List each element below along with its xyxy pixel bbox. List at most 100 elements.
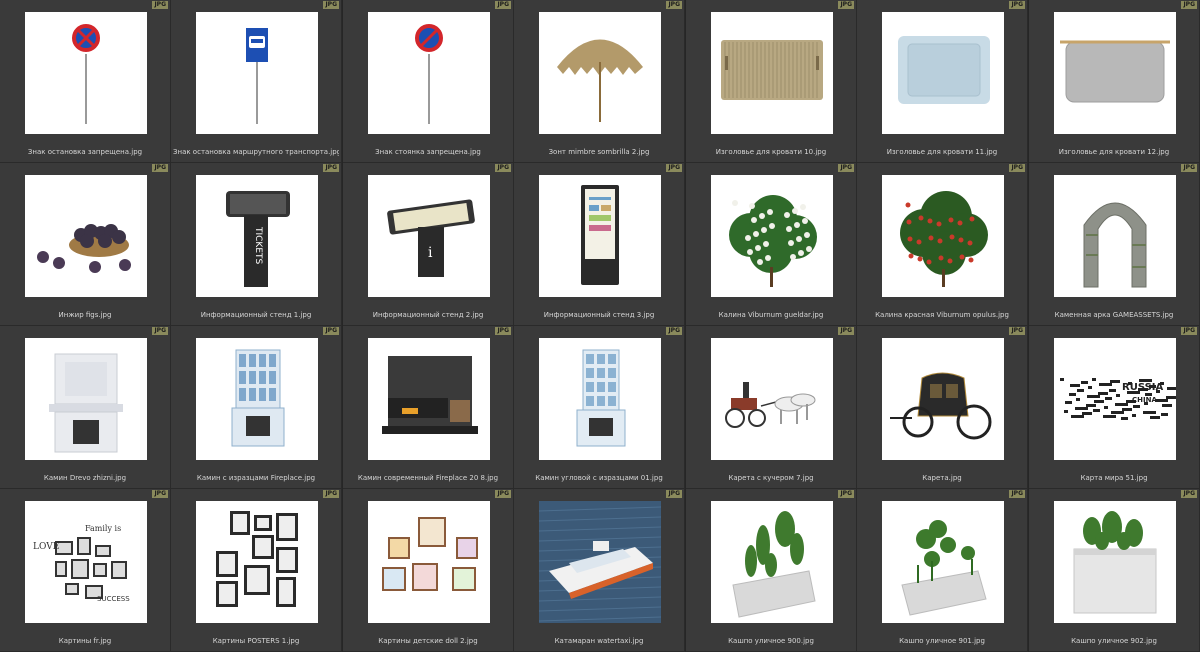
planter-902-icon	[1054, 501, 1176, 623]
svg-text:TICKETS: TICKETS	[253, 226, 263, 265]
file-type-badge: JPG	[323, 327, 339, 335]
file-thumbnail[interactable]: JPG Информационный стенд 3.jpg	[514, 163, 685, 326]
file-type-badge: JPG	[1009, 327, 1025, 335]
headboard-beige-icon	[711, 12, 833, 134]
file-thumbnail[interactable]: RUSSIA CHINA JPG Карта мира 51.jpg	[1029, 326, 1200, 489]
no-stopping-sign-icon	[25, 12, 147, 134]
file-name-label: Кашпо уличное 902.jpg	[1071, 637, 1157, 645]
file-type-badge: JPG	[666, 490, 682, 498]
file-name-label: Инжир figs.jpg	[58, 311, 112, 319]
straw-umbrella-icon	[539, 12, 661, 134]
file-type-badge: JPG	[1181, 327, 1197, 335]
file-type-badge: JPG	[152, 490, 168, 498]
file-thumbnail[interactable]: JPG Карета с кучером 7.jpg	[686, 326, 857, 489]
file-name-label: Картины POSTERS 1.jpg	[212, 637, 300, 645]
file-thumbnail[interactable]: JPG Каменная арка GAMEASSETS.jpg	[1029, 163, 1200, 326]
horse-carriage-icon	[711, 338, 833, 460]
file-type-badge: JPG	[1181, 1, 1197, 9]
file-type-badge: JPG	[323, 1, 339, 9]
file-name-label: Камин угловой с изразцами 01.jpg	[535, 474, 663, 482]
file-thumbnail[interactable]: JPG Знак остановка маршрутного транспорта…	[171, 0, 342, 163]
figs-bowl-icon	[25, 175, 147, 297]
catamaran-icon	[539, 501, 661, 623]
file-name-label: Информационный стенд 1.jpg	[200, 311, 312, 319]
file-thumbnail[interactable]: JPG Калина Viburnum gueldar.jpg	[686, 163, 857, 326]
file-name-label: Камин Drevo zhizni.jpg	[43, 474, 127, 482]
svg-text:RUSSIA: RUSSIA	[1122, 382, 1163, 393]
white-fireplace-icon	[25, 338, 147, 460]
file-thumbnail[interactable]: JPG Кашпо уличное 900.jpg	[686, 489, 857, 652]
bus-stop-sign-icon	[196, 12, 318, 134]
tiled-stove-icon	[196, 338, 318, 460]
file-thumbnail[interactable]: JPG Кашпо уличное 901.jpg	[857, 489, 1028, 652]
file-thumbnail[interactable]: JPG Знак стоянка запрещена.jpg	[343, 0, 514, 163]
file-thumbnail[interactable]: TICKETS JPG Информационный стенд 1.jpg	[171, 163, 342, 326]
file-name-label: Камин с изразцами Fireplace.jpg	[196, 474, 316, 482]
file-name-label: Изголовье для кровати 11.jpg	[886, 148, 998, 156]
file-type-badge: JPG	[1009, 490, 1025, 498]
file-thumbnail[interactable]: JPG Камин современный Fireplace 20 8.jpg	[343, 326, 514, 489]
file-thumbnail[interactable]: LOVE Family is SUCCESS JPG Картины fr.jpg	[0, 489, 171, 652]
file-name-label: Карта мира 51.jpg	[1080, 474, 1148, 482]
file-type-badge: JPG	[1009, 164, 1025, 172]
file-thumbnail[interactable]: JPG Карета.jpg	[857, 326, 1028, 489]
headboard-grey-icon	[1054, 12, 1176, 134]
file-type-badge: JPG	[666, 164, 682, 172]
file-thumbnail[interactable]: JPG Кашпо уличное 902.jpg	[1029, 489, 1200, 652]
file-thumbnail[interactable]: JPG Камин с изразцами Fireplace.jpg	[171, 326, 342, 489]
file-type-badge: JPG	[495, 164, 511, 172]
modern-fireplace-icon	[368, 338, 490, 460]
file-name-label: Катамаран watertaxi.jpg	[554, 637, 644, 645]
file-name-label: Зонт mimbre sombrilla 2.jpg	[548, 148, 650, 156]
file-thumbnail[interactable]: JPG Изголовье для кровати 12.jpg	[1029, 0, 1200, 163]
word-world-map-icon: RUSSIA CHINA	[1054, 338, 1176, 460]
file-name-label: Калина красная Viburnum opulus.jpg	[875, 311, 1009, 319]
planter-901-icon	[882, 501, 1004, 623]
svg-text:i: i	[428, 245, 433, 261]
file-type-badge: JPG	[323, 490, 339, 498]
file-thumbnail[interactable]: i JPG Информационный стенд 2.jpg	[343, 163, 514, 326]
red-berry-bush-icon	[882, 175, 1004, 297]
file-name-label: Каменная арка GAMEASSETS.jpg	[1054, 311, 1174, 319]
svg-text:SUCCESS: SUCCESS	[97, 595, 130, 603]
file-type-badge: JPG	[1181, 164, 1197, 172]
file-type-badge: JPG	[1009, 1, 1025, 9]
file-thumbnail[interactable]: JPG Картины детские doll 2.jpg	[343, 489, 514, 652]
file-type-badge: JPG	[666, 1, 682, 9]
file-thumbnail[interactable]: JPG Изголовье для кровати 10.jpg	[686, 0, 857, 163]
file-thumbnail[interactable]: JPG Картины POSTERS 1.jpg	[171, 489, 342, 652]
file-name-label: Картины детские doll 2.jpg	[378, 637, 478, 645]
carriage-icon	[882, 338, 1004, 460]
file-name-label: Кашпо уличное 900.jpg	[728, 637, 814, 645]
planter-900-icon	[711, 501, 833, 623]
info-table-kiosk-icon: i	[368, 175, 490, 297]
file-name-label: Карета с кучером 7.jpg	[728, 474, 814, 482]
file-name-label: Изголовье для кровати 12.jpg	[1058, 148, 1170, 156]
file-thumbnail[interactable]: JPG Калина красная Viburnum opulus.jpg	[857, 163, 1028, 326]
picture-frames-words-icon: LOVE Family is SUCCESS	[25, 501, 147, 623]
file-name-label: Карета.jpg	[922, 474, 962, 482]
file-thumbnail[interactable]: JPG Катамаран watertaxi.jpg	[514, 489, 685, 652]
file-thumbnail[interactable]: JPG Зонт mimbre sombrilla 2.jpg	[514, 0, 685, 163]
file-thumbnail[interactable]: JPG Знак остановка запрещена.jpg	[0, 0, 171, 163]
stone-arch-icon	[1054, 175, 1176, 297]
file-type-badge: JPG	[838, 327, 854, 335]
file-type-badge: JPG	[495, 327, 511, 335]
file-name-label: Изголовье для кровати 10.jpg	[715, 148, 827, 156]
file-thumbnail[interactable]: JPG Камин Drevo zhizni.jpg	[0, 326, 171, 489]
file-name-label: Камин современный Fireplace 20 8.jpg	[357, 474, 499, 482]
file-thumbnail[interactable]: JPG Инжир figs.jpg	[0, 163, 171, 326]
posters-gallery-icon	[196, 501, 318, 623]
file-name-label: Калина Viburnum gueldar.jpg	[718, 311, 824, 319]
file-name-label: Кашпо уличное 901.jpg	[899, 637, 985, 645]
file-name-label: Знак стоянка запрещена.jpg	[375, 148, 481, 156]
svg-text:LOVE: LOVE	[33, 542, 59, 552]
svg-text:CHINA: CHINA	[1132, 396, 1157, 404]
file-type-badge: JPG	[495, 1, 511, 9]
file-type-badge: JPG	[838, 490, 854, 498]
no-parking-sign-icon	[368, 12, 490, 134]
file-thumbnail[interactable]: JPG Изголовье для кровати 11.jpg	[857, 0, 1028, 163]
file-type-badge: JPG	[152, 164, 168, 172]
file-type-badge: JPG	[323, 164, 339, 172]
file-thumbnail[interactable]: JPG Камин угловой с изразцами 01.jpg	[514, 326, 685, 489]
